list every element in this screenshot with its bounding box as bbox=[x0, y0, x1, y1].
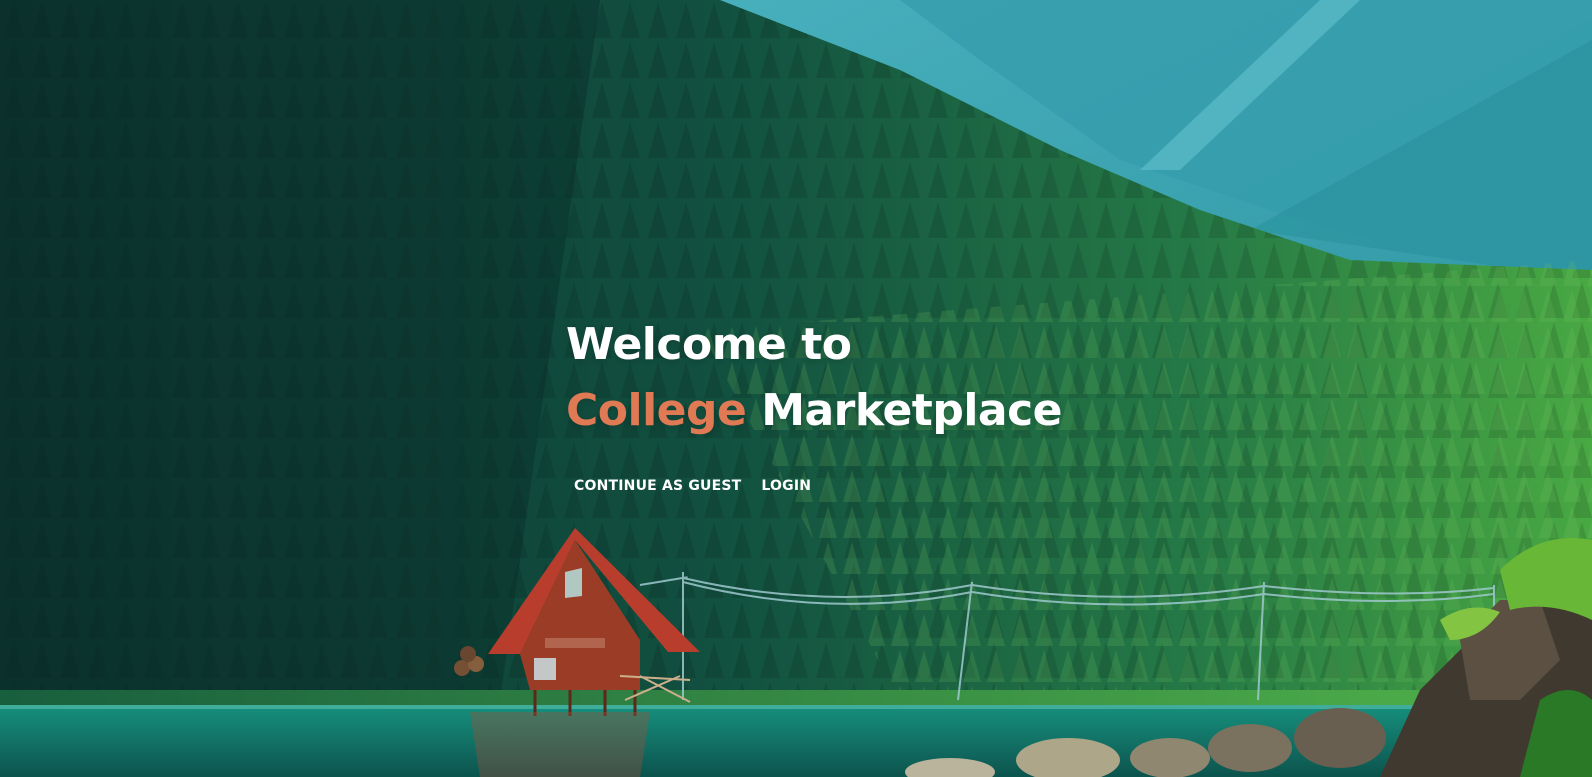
landing-page: Welcome to College Marketplace CONTINUE … bbox=[0, 0, 1592, 777]
login-button[interactable]: LOGIN bbox=[753, 474, 819, 498]
app-name-rest: Marketplace bbox=[761, 385, 1063, 436]
app-name-accent: College bbox=[566, 385, 747, 436]
app-name: College Marketplace bbox=[566, 378, 1063, 444]
continue-as-guest-button[interactable]: CONTINUE AS GUEST bbox=[566, 474, 749, 498]
welcome-line: Welcome to bbox=[566, 319, 852, 370]
hero-actions: CONTINUE AS GUEST LOGIN bbox=[566, 474, 819, 498]
hero-heading: Welcome to College Marketplace bbox=[566, 312, 1063, 444]
